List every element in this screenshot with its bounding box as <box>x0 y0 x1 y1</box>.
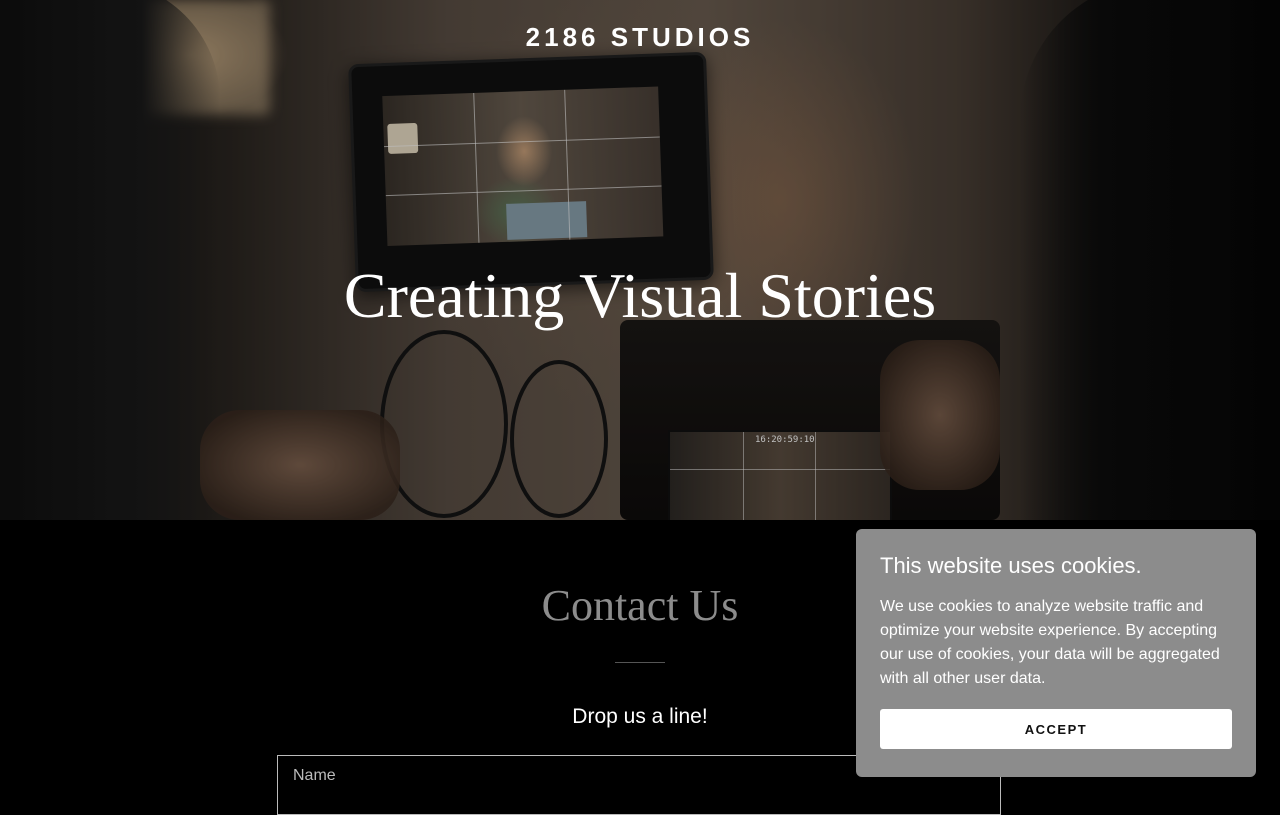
cookie-text: We use cookies to analyze website traffi… <box>880 598 1220 687</box>
site-brand[interactable]: 2186 STUDIOS <box>0 22 1280 53</box>
hero-headline: Creating Visual Stories <box>343 260 937 331</box>
accept-cookies-button[interactable]: ACCEPT <box>880 709 1232 749</box>
cookie-title: This website uses cookies. <box>880 553 1142 578</box>
section-divider <box>615 662 665 663</box>
cookie-banner: This website uses cookies. We use cookie… <box>856 529 1256 777</box>
